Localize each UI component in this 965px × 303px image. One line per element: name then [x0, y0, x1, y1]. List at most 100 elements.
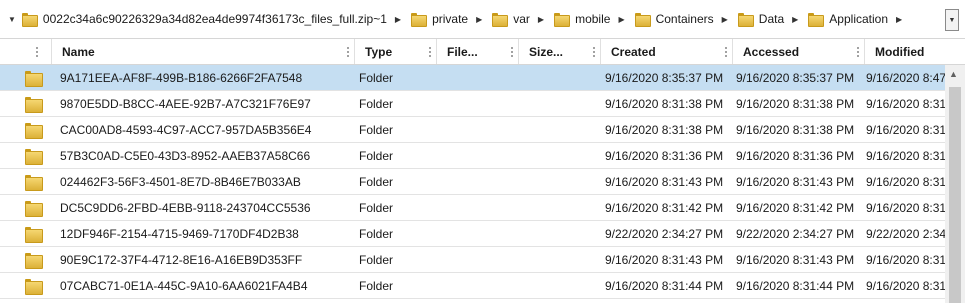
accessed-cell: 9/16/2020 8:31:38 PM	[736, 122, 855, 137]
table-row[interactable]: 12DF946F-2154-4715-9469-7170DF4D2B38 Fol…	[0, 221, 945, 247]
created-cell: 9/16/2020 8:31:36 PM	[605, 148, 724, 163]
table-row[interactable]: 9870E5DD-B8CC-4AEE-92B7-A7C321F76E97 Fol…	[0, 91, 945, 117]
column-header-label: Name	[62, 44, 95, 59]
breadcrumb-label: private	[432, 12, 469, 26]
table-row[interactable]: 9A171EEA-AF8F-499B-B186-6266F2FA7548 Fol…	[0, 65, 945, 91]
folder-icon	[492, 13, 509, 27]
file-cell	[437, 195, 519, 220]
breadcrumb-dropdown-button[interactable]: ▼	[945, 9, 959, 31]
row-icon-cell	[0, 117, 52, 142]
folder-icon	[25, 200, 43, 217]
modified-cell: 9/16/2020 8:31	[866, 200, 945, 215]
size-cell	[519, 65, 601, 90]
chevron-down-icon[interactable]: ▼	[8, 15, 16, 24]
row-icon-cell	[0, 143, 52, 168]
created-cell: 9/16/2020 8:31:43 PM	[605, 252, 724, 267]
column-header-label: Created	[611, 44, 656, 59]
size-cell	[519, 169, 601, 194]
column-header-label: Size...	[529, 44, 564, 59]
file-cell	[437, 91, 519, 116]
modified-cell: 9/16/2020 8:47	[866, 70, 945, 85]
breadcrumb-label: Data	[758, 12, 785, 26]
column-grip-icon[interactable]	[857, 46, 859, 58]
chevron-right-icon[interactable]: ▶	[476, 15, 482, 24]
name-cell: 90E9C172-37F4-4712-8E16-A16EB9D353FF	[60, 252, 303, 267]
breadcrumb-item-var[interactable]: var	[492, 7, 530, 31]
column-header-selector[interactable]	[0, 39, 52, 64]
column-grip-icon[interactable]	[725, 46, 727, 58]
breadcrumb-item-application[interactable]: Application	[808, 7, 888, 31]
folder-icon	[25, 96, 43, 113]
breadcrumb-item-mobile[interactable]: mobile	[554, 7, 610, 31]
column-grip-icon[interactable]	[511, 46, 513, 58]
breadcrumb-label: var	[513, 12, 530, 26]
type-cell: Folder	[359, 148, 394, 163]
column-grip-icon[interactable]	[347, 46, 349, 58]
size-cell	[519, 273, 601, 298]
name-cell: 9870E5DD-B8CC-4AEE-92B7-A7C321F76E97	[60, 96, 311, 111]
file-cell	[437, 143, 519, 168]
folder-icon	[25, 174, 43, 191]
created-cell: 9/16/2020 8:31:43 PM	[605, 174, 724, 189]
scroll-up-icon[interactable]: ▲	[949, 69, 958, 79]
name-cell: 57B3C0AD-C5E0-43D3-8952-AAEB37A58C66	[60, 148, 311, 163]
column-grip-icon[interactable]	[593, 46, 595, 58]
column-header-label: Accessed	[743, 44, 800, 59]
column-header-created[interactable]: Created	[601, 39, 733, 64]
table-row[interactable]: 024462F3-56F3-4501-8E7D-8B46E7B033AB Fol…	[0, 169, 945, 195]
table-row[interactable]: DC5C9DD6-2FBD-4EBB-9118-243704CC5536 Fol…	[0, 195, 945, 221]
column-header-name[interactable]: Name	[52, 39, 355, 64]
column-header-modified[interactable]: Modified	[865, 39, 965, 64]
table-row[interactable]: 57B3C0AD-C5E0-43D3-8952-AAEB37A58C66 Fol…	[0, 143, 945, 169]
type-cell: Folder	[359, 70, 394, 85]
vertical-scrollbar[interactable]: ▲	[945, 65, 965, 303]
created-cell: 9/16/2020 8:31:44 PM	[605, 278, 724, 293]
column-header-size[interactable]: Size...	[519, 39, 601, 64]
name-cell: DC5C9DD6-2FBD-4EBB-9118-243704CC5536	[60, 200, 311, 215]
column-header-file[interactable]: File...	[437, 39, 519, 64]
table-row[interactable]: 07CABC71-0E1A-445C-9A10-6AA6021FA4B4 Fol…	[0, 273, 945, 299]
table-row[interactable]: 90E9C172-37F4-4712-8E16-A16EB9D353FF Fol…	[0, 247, 945, 273]
name-cell: CAC00AD8-4593-4C97-ACC7-957DA5B356E4	[60, 122, 312, 137]
accessed-cell: 9/16/2020 8:31:36 PM	[736, 148, 855, 163]
type-cell: Folder	[359, 278, 394, 293]
accessed-cell: 9/16/2020 8:31:42 PM	[736, 200, 855, 215]
folder-icon	[25, 70, 43, 87]
name-cell: 07CABC71-0E1A-445C-9A10-6AA6021FA4B4	[60, 278, 308, 293]
column-grip-icon[interactable]	[36, 46, 38, 58]
chevron-right-icon[interactable]: ▶	[618, 15, 624, 24]
column-header-label: Type	[365, 44, 393, 59]
file-list: 9A171EEA-AF8F-499B-B186-6266F2FA7548 Fol…	[0, 65, 945, 299]
chevron-right-icon[interactable]: ▶	[792, 15, 798, 24]
folder-icon	[25, 278, 43, 295]
row-icon-cell	[0, 169, 52, 194]
breadcrumb-item-data[interactable]: Data	[737, 7, 785, 31]
folder-icon	[25, 148, 43, 165]
accessed-cell: 9/16/2020 8:31:38 PM	[736, 96, 855, 111]
chevron-right-icon[interactable]: ▶	[538, 15, 544, 24]
file-cell	[437, 247, 519, 272]
chevron-right-icon[interactable]: ▶	[722, 15, 728, 24]
folder-icon	[25, 226, 43, 243]
column-header-row: Name Type File... Size... Created Access…	[0, 38, 965, 65]
column-grip-icon[interactable]	[429, 46, 431, 58]
size-cell	[519, 91, 601, 116]
accessed-cell: 9/16/2020 8:31:44 PM	[736, 278, 855, 293]
accessed-cell: 9/16/2020 8:31:43 PM	[736, 174, 855, 189]
type-cell: Folder	[359, 200, 394, 215]
breadcrumb-item-zip[interactable]: 0022c34a6c90226329a34d82ea4de9974f36173c…	[21, 7, 387, 31]
breadcrumb-item-private[interactable]: private	[411, 7, 468, 31]
table-row[interactable]: CAC00AD8-4593-4C97-ACC7-957DA5B356E4 Fol…	[0, 117, 945, 143]
row-icon-cell	[0, 91, 52, 116]
column-header-accessed[interactable]: Accessed	[733, 39, 865, 64]
breadcrumb-item-containers[interactable]: Containers	[634, 7, 714, 31]
column-header-type[interactable]: Type	[355, 39, 437, 64]
row-icon-cell	[0, 273, 52, 298]
size-cell	[519, 247, 601, 272]
chevron-right-icon[interactable]: ▶	[896, 15, 902, 24]
scrollbar-thumb[interactable]	[949, 87, 961, 303]
folder-icon	[634, 13, 651, 27]
chevron-right-icon[interactable]: ▶	[395, 15, 401, 24]
row-icon-cell	[0, 247, 52, 272]
modified-cell: 9/16/2020 8:31	[866, 96, 945, 111]
